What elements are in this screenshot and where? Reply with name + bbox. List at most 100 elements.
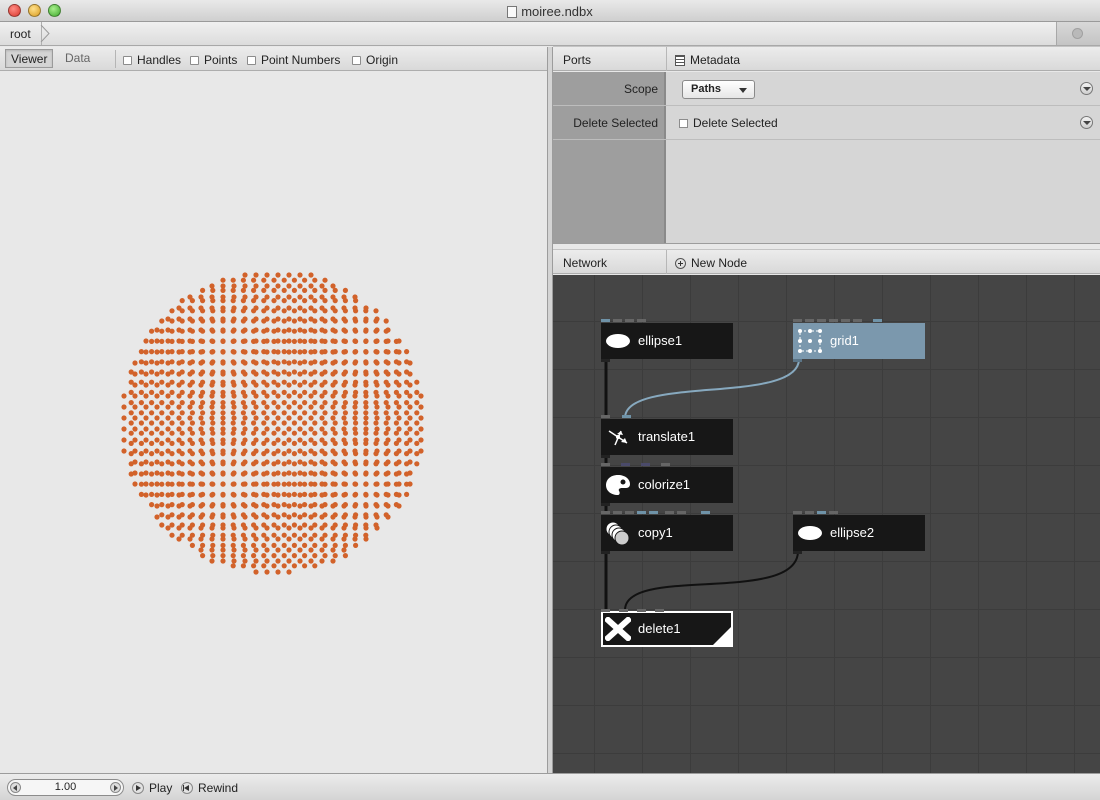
crumb-bar-button[interactable] (1056, 22, 1100, 45)
metadata-button[interactable]: Metadata (675, 53, 740, 67)
node-output[interactable] (601, 359, 610, 362)
node-port[interactable] (613, 319, 622, 322)
moire-dot (341, 470, 347, 476)
node-port[interactable] (601, 511, 610, 514)
moire-dot (264, 448, 270, 454)
node-port[interactable] (601, 319, 610, 322)
node-ellipse2[interactable]: ellipse2 (793, 511, 925, 554)
frame-field[interactable]: 1.00 (7, 779, 124, 796)
node-port[interactable] (853, 319, 862, 322)
node-delete1[interactable]: delete1 (601, 609, 733, 647)
network-canvas[interactable]: ellipse1 grid1 translate1 colorize1 copy… (553, 275, 1100, 773)
moire-dot (200, 553, 206, 559)
tab-viewer[interactable]: Viewer (5, 49, 54, 68)
node-port[interactable] (637, 319, 646, 322)
node-port[interactable] (655, 609, 664, 612)
node-port[interactable] (622, 415, 631, 418)
node-port[interactable] (817, 319, 826, 322)
moire-dot (143, 459, 149, 465)
moire-dot (385, 415, 391, 421)
node-port[interactable] (805, 511, 814, 514)
moire-dot (275, 294, 281, 300)
node-port[interactable] (641, 463, 650, 466)
moire-dot (385, 393, 391, 399)
node-port[interactable] (829, 319, 838, 322)
node-port[interactable] (661, 463, 670, 466)
node-port[interactable] (649, 511, 658, 514)
node-port[interactable] (601, 463, 610, 466)
moire-dot (396, 448, 402, 454)
node-output[interactable] (793, 359, 802, 362)
viewer-canvas[interactable] (0, 72, 547, 772)
node-port[interactable] (841, 319, 850, 322)
node-port[interactable] (701, 511, 710, 514)
checkbox-box[interactable] (679, 118, 688, 128)
node-output[interactable] (601, 455, 610, 458)
node-port[interactable] (665, 511, 674, 514)
frame-value[interactable]: 1.00 (55, 781, 76, 793)
node-port[interactable] (619, 609, 628, 612)
node-output[interactable] (601, 551, 610, 554)
moire-dot (414, 420, 420, 426)
moire-dot (198, 492, 204, 498)
node-port[interactable] (621, 463, 630, 466)
node-output[interactable] (601, 503, 610, 506)
node-port[interactable] (829, 511, 838, 514)
moire-dot (149, 430, 155, 436)
moire-dot (341, 327, 347, 333)
node-port[interactable] (805, 319, 814, 322)
moire-dot (220, 393, 226, 399)
node-port[interactable] (613, 511, 622, 514)
moire-dot (253, 327, 259, 333)
checkbox-box[interactable] (190, 55, 199, 65)
moire-dot (209, 514, 215, 520)
node-port[interactable] (625, 319, 634, 322)
moire-dot (159, 338, 165, 344)
play-button[interactable]: Play (132, 781, 172, 795)
node-port[interactable] (625, 511, 634, 514)
node-grid1[interactable]: grid1 (793, 319, 925, 362)
moire-dot (253, 492, 259, 498)
delete-selected-checkbox[interactable]: Delete Selected (679, 116, 778, 130)
moire-dot (271, 389, 277, 395)
moire-dot (231, 558, 237, 564)
checkbox-box[interactable] (352, 55, 361, 65)
moire-dot (341, 349, 347, 355)
port-menu-icon[interactable] (1080, 116, 1093, 129)
node-port[interactable] (677, 511, 686, 514)
origin-checkbox[interactable]: Origin (352, 53, 398, 67)
node-port[interactable] (601, 609, 610, 612)
node-port[interactable] (637, 609, 646, 612)
node-port[interactable] (637, 511, 646, 514)
moire-dot (281, 440, 287, 446)
moire-dot (264, 536, 270, 542)
port-menu-icon[interactable] (1080, 82, 1093, 95)
node-port[interactable] (793, 511, 802, 514)
node-copy1[interactable]: copy1 (601, 511, 733, 554)
points-checkbox[interactable]: Points (190, 53, 237, 67)
node-port[interactable] (817, 511, 826, 514)
moire-dot (253, 393, 259, 399)
node-ellipse1[interactable]: ellipse1 (601, 319, 733, 362)
breadcrumb-root[interactable]: root (0, 22, 42, 45)
increment-frame-icon[interactable] (110, 782, 121, 793)
new-node-button[interactable]: New Node (675, 256, 747, 270)
moire-dot (396, 481, 402, 487)
checkbox-box[interactable] (123, 55, 132, 65)
checkbox-box[interactable] (247, 55, 256, 65)
decrement-frame-icon[interactable] (10, 782, 21, 793)
tab-data[interactable]: Data (60, 49, 95, 68)
node-translate1[interactable]: translate1 (601, 415, 733, 458)
node-port[interactable] (873, 319, 882, 322)
node-port[interactable] (793, 319, 802, 322)
rewind-button[interactable]: Rewind (181, 781, 238, 795)
moire-dot (251, 542, 257, 548)
node-port[interactable] (601, 415, 610, 418)
node-output[interactable] (793, 551, 802, 554)
moire-dot (165, 503, 171, 509)
moire-dot (264, 338, 270, 344)
point-numbers-checkbox[interactable]: Point Numbers (247, 53, 340, 67)
node-colorize1[interactable]: colorize1 (601, 463, 733, 506)
scope-select[interactable]: Paths (682, 80, 755, 99)
handles-checkbox[interactable]: Handles (123, 53, 181, 67)
